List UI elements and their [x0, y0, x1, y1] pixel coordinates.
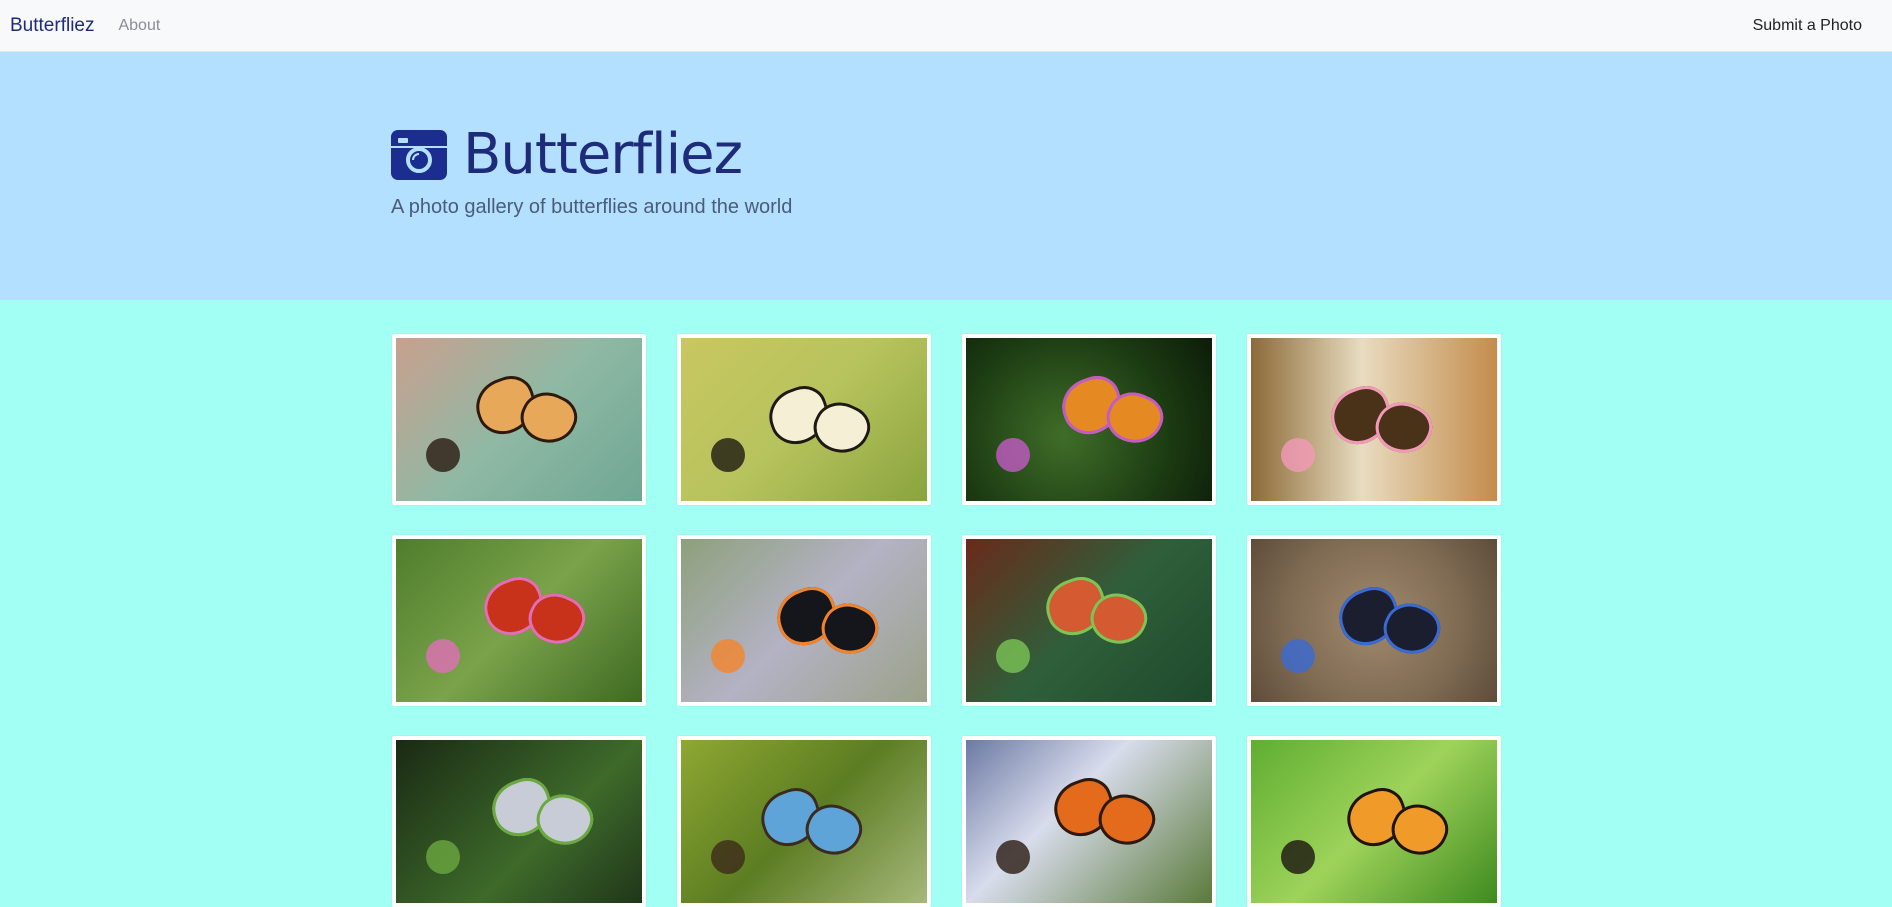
photo-gallery — [392, 334, 1501, 907]
butterfly-photo — [396, 740, 642, 903]
gallery-thumbnail[interactable] — [962, 736, 1216, 907]
hero-banner: Butterfliez A photo gallery of butterfli… — [0, 52, 1892, 300]
top-navbar: Butterfliez About Submit a Photo — [0, 0, 1892, 52]
butterfly-photo — [396, 338, 642, 501]
butterfly-photo — [966, 740, 1212, 903]
gallery-thumbnail[interactable] — [677, 334, 931, 505]
gallery-thumbnail[interactable] — [392, 535, 646, 706]
brand-link[interactable]: Butterfliez — [10, 15, 94, 37]
gallery-thumbnail[interactable] — [1247, 736, 1501, 907]
gallery-thumbnail[interactable] — [962, 535, 1216, 706]
butterfly-photo — [1251, 740, 1497, 903]
gallery-thumbnail[interactable] — [392, 334, 646, 505]
page-title: Butterfliez — [463, 122, 743, 187]
nav-about-link[interactable]: About — [118, 17, 160, 35]
camera-icon — [391, 129, 447, 180]
gallery-thumbnail[interactable] — [1247, 535, 1501, 706]
submit-photo-link[interactable]: Submit a Photo — [1753, 17, 1862, 35]
butterfly-photo — [396, 539, 642, 702]
butterfly-photo — [966, 539, 1212, 702]
gallery-thumbnail[interactable] — [962, 334, 1216, 505]
gallery-thumbnail[interactable] — [677, 535, 931, 706]
hero-heading: Butterfliez — [391, 122, 743, 187]
gallery-thumbnail[interactable] — [677, 736, 931, 907]
butterfly-photo — [966, 338, 1212, 501]
butterfly-photo — [1251, 539, 1497, 702]
gallery-thumbnail[interactable] — [392, 736, 646, 907]
butterfly-photo — [681, 338, 927, 501]
butterfly-photo — [1251, 338, 1497, 501]
gallery-thumbnail[interactable] — [1247, 334, 1501, 505]
hero-subtitle: A photo gallery of butterflies around th… — [391, 196, 793, 218]
butterfly-photo — [681, 539, 927, 702]
butterfly-photo — [681, 740, 927, 903]
